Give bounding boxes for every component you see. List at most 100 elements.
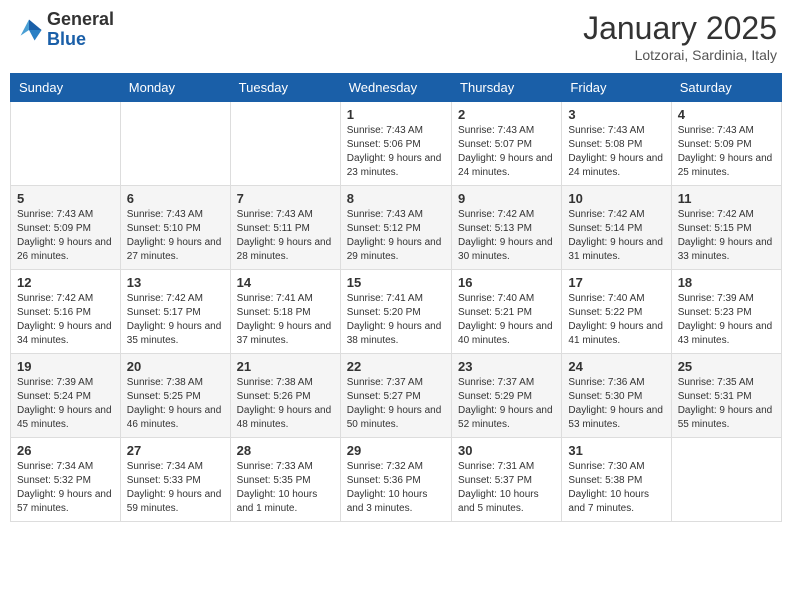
day-info: Sunrise: 7:35 AMSunset: 5:31 PMDaylight:… [678, 376, 775, 432]
day-number: 28 [237, 443, 334, 458]
calendar-cell-3-1: 20Sunrise: 7:38 AMSunset: 5:25 PMDayligh… [120, 354, 230, 438]
calendar-cell-2-0: 12 Sunrise: 7:42 AMSunset: 5:16 PMDayligh… [11, 270, 121, 354]
day-number: 5 [17, 191, 114, 206]
calendar-cell-3-5: 24Sunrise: 7:36 AMSunset: 5:30 PMDayligh… [562, 354, 671, 438]
day-number: 13 [127, 275, 224, 290]
calendar-cell-2-4: 16 Sunrise: 7:40 AMSunset: 5:21 PMDayligh… [452, 270, 562, 354]
logo-text: General Blue [47, 10, 114, 50]
header-sunday: Sunday [11, 74, 121, 102]
day-info: Sunrise: 7:42 AMSunset: 5:14 PMDaylight:… [568, 208, 664, 264]
day-info: Sunrise: 7:43 AMSunset: 5:08 PMDaylight:… [568, 124, 664, 180]
day-number: 23 [458, 359, 555, 374]
day-info: Sunrise: 7:39 AMSunset: 5:23 PMDaylight:… [678, 292, 775, 348]
calendar-cell-0-6: 4Sunrise: 7:43 AMSunset: 5:09 PMDaylight… [671, 102, 781, 186]
week-row-3: 12 Sunrise: 7:42 AMSunset: 5:16 PMDayligh… [11, 270, 782, 354]
day-number: 6 [127, 191, 224, 206]
day-number: 11 [678, 191, 775, 206]
day-number: 17 [568, 275, 664, 290]
calendar-page: General Blue January 2025 Lotzorai, Sard… [0, 0, 792, 532]
calendar-cell-0-1 [120, 102, 230, 186]
title-section: January 2025 Lotzorai, Sardinia, Italy [583, 10, 777, 63]
day-info: Sunrise: 7:30 AMSunset: 5:38 PMDaylight:… [568, 460, 664, 516]
week-row-5: 26 Sunrise: 7:34 AMSunset: 5:32 PMDayligh… [11, 438, 782, 522]
header-saturday: Saturday [671, 74, 781, 102]
day-info: Sunrise: 7:43 AMSunset: 5:10 PMDaylight:… [127, 208, 224, 264]
day-info: Sunrise: 7:43 AMSunset: 5:07 PMDaylight:… [458, 124, 555, 180]
day-number: 9 [458, 191, 555, 206]
day-number: 4 [678, 107, 775, 122]
day-number: 1 [347, 107, 445, 122]
day-number: 24 [568, 359, 664, 374]
day-info: Sunrise: 7:40 AMSunset: 5:22 PMDaylight:… [568, 292, 664, 348]
day-number: 22 [347, 359, 445, 374]
calendar-table: Sunday Monday Tuesday Wednesday Thursday… [10, 73, 782, 522]
day-number: 26 [17, 443, 114, 458]
calendar-cell-4-2: 28 Sunrise: 7:33 AMSunset: 5:35 PMDayligh… [230, 438, 340, 522]
header-monday: Monday [120, 74, 230, 102]
day-info: Sunrise: 7:42 AMSunset: 5:17 PMDaylight:… [127, 292, 224, 348]
day-number: 10 [568, 191, 664, 206]
calendar-cell-0-4: 2Sunrise: 7:43 AMSunset: 5:07 PMDaylight… [452, 102, 562, 186]
calendar-cell-4-0: 26 Sunrise: 7:34 AMSunset: 5:32 PMDayligh… [11, 438, 121, 522]
calendar-cell-3-4: 23 Sunrise: 7:37 AMSunset: 5:29 PMDayligh… [452, 354, 562, 438]
day-info: Sunrise: 7:37 AMSunset: 5:29 PMDaylight:… [458, 376, 555, 432]
calendar-cell-1-0: 5 Sunrise: 7:43 AMSunset: 5:09 PMDaylight… [11, 186, 121, 270]
day-number: 15 [347, 275, 445, 290]
calendar-cell-1-1: 6 Sunrise: 7:43 AMSunset: 5:10 PMDaylight… [120, 186, 230, 270]
weekday-header-row: Sunday Monday Tuesday Wednesday Thursday… [11, 74, 782, 102]
day-info: Sunrise: 7:43 AMSunset: 5:12 PMDaylight:… [347, 208, 445, 264]
logo: General Blue [15, 10, 114, 50]
day-info: Sunrise: 7:31 AMSunset: 5:37 PMDaylight:… [458, 460, 555, 516]
calendar-cell-4-4: 30Sunrise: 7:31 AMSunset: 5:37 PMDayligh… [452, 438, 562, 522]
week-row-1: 1 Sunrise: 7:43 AMSunset: 5:06 PMDaylight… [11, 102, 782, 186]
calendar-cell-1-3: 8Sunrise: 7:43 AMSunset: 5:12 PMDaylight… [340, 186, 451, 270]
header-thursday: Thursday [452, 74, 562, 102]
day-number: 16 [458, 275, 555, 290]
calendar-cell-2-1: 13 Sunrise: 7:42 AMSunset: 5:17 PMDayligh… [120, 270, 230, 354]
day-number: 21 [237, 359, 334, 374]
day-info: Sunrise: 7:40 AMSunset: 5:21 PMDaylight:… [458, 292, 555, 348]
day-number: 18 [678, 275, 775, 290]
day-info: Sunrise: 7:41 AMSunset: 5:20 PMDaylight:… [347, 292, 445, 348]
month-title: January 2025 [583, 10, 777, 47]
header-friday: Friday [562, 74, 671, 102]
day-info: Sunrise: 7:39 AMSunset: 5:24 PMDaylight:… [17, 376, 114, 432]
logo-blue-text: Blue [47, 30, 114, 50]
day-number: 27 [127, 443, 224, 458]
day-info: Sunrise: 7:41 AMSunset: 5:18 PMDaylight:… [237, 292, 334, 348]
calendar-cell-0-3: 1 Sunrise: 7:43 AMSunset: 5:06 PMDaylight… [340, 102, 451, 186]
day-info: Sunrise: 7:32 AMSunset: 5:36 PMDaylight:… [347, 460, 445, 516]
day-info: Sunrise: 7:37 AMSunset: 5:27 PMDaylight:… [347, 376, 445, 432]
day-info: Sunrise: 7:33 AMSunset: 5:35 PMDaylight:… [237, 460, 334, 516]
day-info: Sunrise: 7:43 AMSunset: 5:06 PMDaylight:… [347, 124, 445, 180]
day-info: Sunrise: 7:38 AMSunset: 5:26 PMDaylight:… [237, 376, 334, 432]
calendar-cell-3-6: 25 Sunrise: 7:35 AMSunset: 5:31 PMDayligh… [671, 354, 781, 438]
day-info: Sunrise: 7:42 AMSunset: 5:15 PMDaylight:… [678, 208, 775, 264]
calendar-cell-1-2: 7Sunrise: 7:43 AMSunset: 5:11 PMDaylight… [230, 186, 340, 270]
calendar-cell-3-2: 21 Sunrise: 7:38 AMSunset: 5:26 PMDayligh… [230, 354, 340, 438]
day-number: 20 [127, 359, 224, 374]
calendar-cell-4-1: 27Sunrise: 7:34 AMSunset: 5:33 PMDayligh… [120, 438, 230, 522]
logo-icon [15, 16, 43, 44]
week-row-2: 5 Sunrise: 7:43 AMSunset: 5:09 PMDaylight… [11, 186, 782, 270]
calendar-cell-2-6: 18 Sunrise: 7:39 AMSunset: 5:23 PMDayligh… [671, 270, 781, 354]
day-number: 19 [17, 359, 114, 374]
calendar-cell-0-2 [230, 102, 340, 186]
location-text: Lotzorai, Sardinia, Italy [583, 47, 777, 63]
calendar-cell-1-4: 9Sunrise: 7:42 AMSunset: 5:13 PMDaylight… [452, 186, 562, 270]
calendar-cell-4-3: 29Sunrise: 7:32 AMSunset: 5:36 PMDayligh… [340, 438, 451, 522]
calendar-cell-2-5: 17 Sunrise: 7:40 AMSunset: 5:22 PMDayligh… [562, 270, 671, 354]
calendar-cell-1-5: 10 Sunrise: 7:42 AMSunset: 5:14 PMDayligh… [562, 186, 671, 270]
calendar-cell-1-6: 11 Sunrise: 7:42 AMSunset: 5:15 PMDayligh… [671, 186, 781, 270]
header-wednesday: Wednesday [340, 74, 451, 102]
day-info: Sunrise: 7:34 AMSunset: 5:32 PMDaylight:… [17, 460, 114, 516]
calendar-cell-0-0 [11, 102, 121, 186]
day-number: 25 [678, 359, 775, 374]
day-info: Sunrise: 7:43 AMSunset: 5:09 PMDaylight:… [17, 208, 114, 264]
day-number: 12 [17, 275, 114, 290]
calendar-cell-4-5: 31Sunrise: 7:30 AMSunset: 5:38 PMDayligh… [562, 438, 671, 522]
page-header: General Blue January 2025 Lotzorai, Sard… [10, 10, 782, 63]
calendar-cell-0-5: 3Sunrise: 7:43 AMSunset: 5:08 PMDaylight… [562, 102, 671, 186]
day-info: Sunrise: 7:42 AMSunset: 5:16 PMDaylight:… [17, 292, 114, 348]
calendar-cell-4-6 [671, 438, 781, 522]
